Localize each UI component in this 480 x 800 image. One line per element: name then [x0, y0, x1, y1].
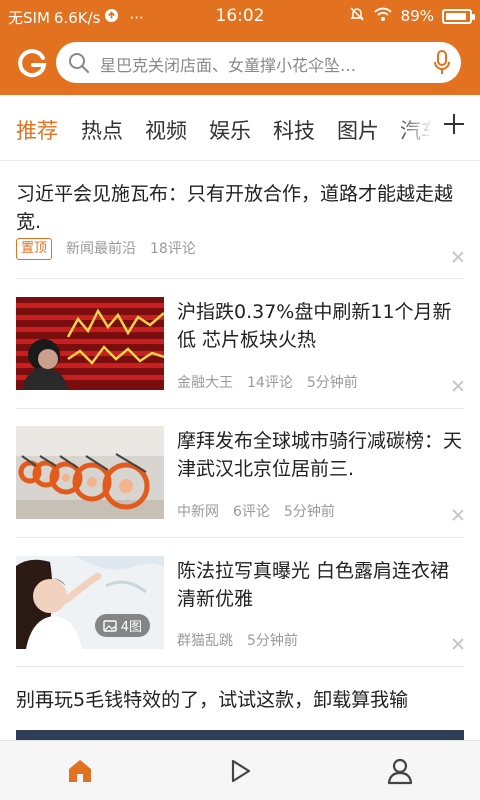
news-title[interactable]: 习近平会见施瓦布：只有开放合作，道路才能越走越宽.	[16, 180, 464, 236]
image-count: 4图	[120, 620, 142, 635]
battery-icon	[442, 8, 475, 24]
search-icon	[68, 52, 90, 78]
news-thumbnail-stock[interactable]	[16, 297, 164, 390]
news-title[interactable]: 摩拜发布全球城市骑行减碳榜：天津武汉北京位居前三.	[177, 427, 464, 483]
tab-recommend[interactable]: 推荐	[16, 115, 58, 145]
news-comments: 18评论	[150, 241, 196, 257]
plus-icon[interactable]	[444, 114, 464, 134]
news-title[interactable]: 别再玩5毛钱特效的了，试试这款，卸载算我输	[16, 686, 464, 714]
search-bar[interactable]: 星巴克关闭店面、女童撑小花伞坠…	[56, 42, 461, 83]
news-title[interactable]: 沪指跌0.37%盘中刷新11个月新低 芯片板块火热	[177, 298, 464, 354]
status-bar: 无SIM 6.6K/s ··· 16:02 89%	[0, 0, 480, 34]
user-icon[interactable]	[384, 755, 416, 787]
wifi-icon	[373, 6, 393, 26]
news-time: 5分钟前	[306, 375, 358, 391]
divider	[16, 666, 464, 667]
home-icon[interactable]	[64, 755, 96, 787]
tab-video[interactable]: 视频	[145, 115, 187, 145]
news-source: 金融大王	[177, 375, 233, 391]
image-icon	[103, 619, 117, 632]
tab-fade-overlay	[395, 95, 433, 155]
dismiss-icon[interactable]	[451, 379, 465, 393]
divider	[16, 408, 464, 409]
news-title[interactable]: 陈法拉写真曝光 白色露肩连衣裙清新优雅	[177, 557, 464, 613]
news-time: 5分钟前	[283, 504, 335, 520]
pinned-badge: 置顶	[16, 238, 53, 260]
tab-entertainment[interactable]: 娱乐	[209, 115, 251, 145]
status-right: 89%	[349, 6, 475, 26]
news-thumbnail-bikes[interactable]	[16, 426, 164, 519]
dismiss-icon[interactable]	[451, 637, 465, 651]
tab-pictures[interactable]: 图片	[337, 115, 379, 145]
battery-fill	[446, 12, 466, 20]
brand-g-logo[interactable]	[16, 47, 48, 79]
news-source: 新闻最前沿	[66, 241, 137, 257]
news-comments: 6评论	[233, 504, 270, 520]
dismiss-icon[interactable]	[451, 508, 465, 522]
mute-icon	[349, 6, 365, 26]
bottom-nav	[0, 740, 480, 800]
play-icon[interactable]	[224, 755, 256, 787]
divider	[16, 537, 464, 538]
news-meta: 金融大王 14评论 5分钟前	[177, 372, 358, 392]
tab-tech[interactable]: 科技	[273, 115, 315, 145]
news-meta: 中新网 6评论 5分钟前	[177, 501, 335, 521]
search-input[interactable]: 星巴克关闭店面、女童撑小花伞坠…	[100, 52, 420, 76]
battery-percent: 89%	[400, 7, 434, 25]
news-source: 中新网	[177, 504, 219, 520]
news-meta: 群猫乱跳 5分钟前	[177, 630, 298, 650]
news-thumbnail-photo[interactable]: 4图	[16, 556, 164, 649]
news-thumbnail-partial[interactable]	[16, 730, 464, 740]
tab-hot[interactable]: 热点	[81, 115, 123, 145]
mic-icon[interactable]	[433, 50, 451, 80]
image-count-badge: 4图	[94, 614, 150, 637]
news-comments: 14评论	[247, 375, 293, 391]
news-source: 群猫乱跳	[177, 633, 233, 649]
news-time: 5分钟前	[247, 633, 298, 649]
news-meta: 置顶 新闻最前沿 18评论	[16, 238, 196, 260]
dismiss-icon[interactable]	[451, 250, 465, 264]
divider	[16, 278, 464, 279]
